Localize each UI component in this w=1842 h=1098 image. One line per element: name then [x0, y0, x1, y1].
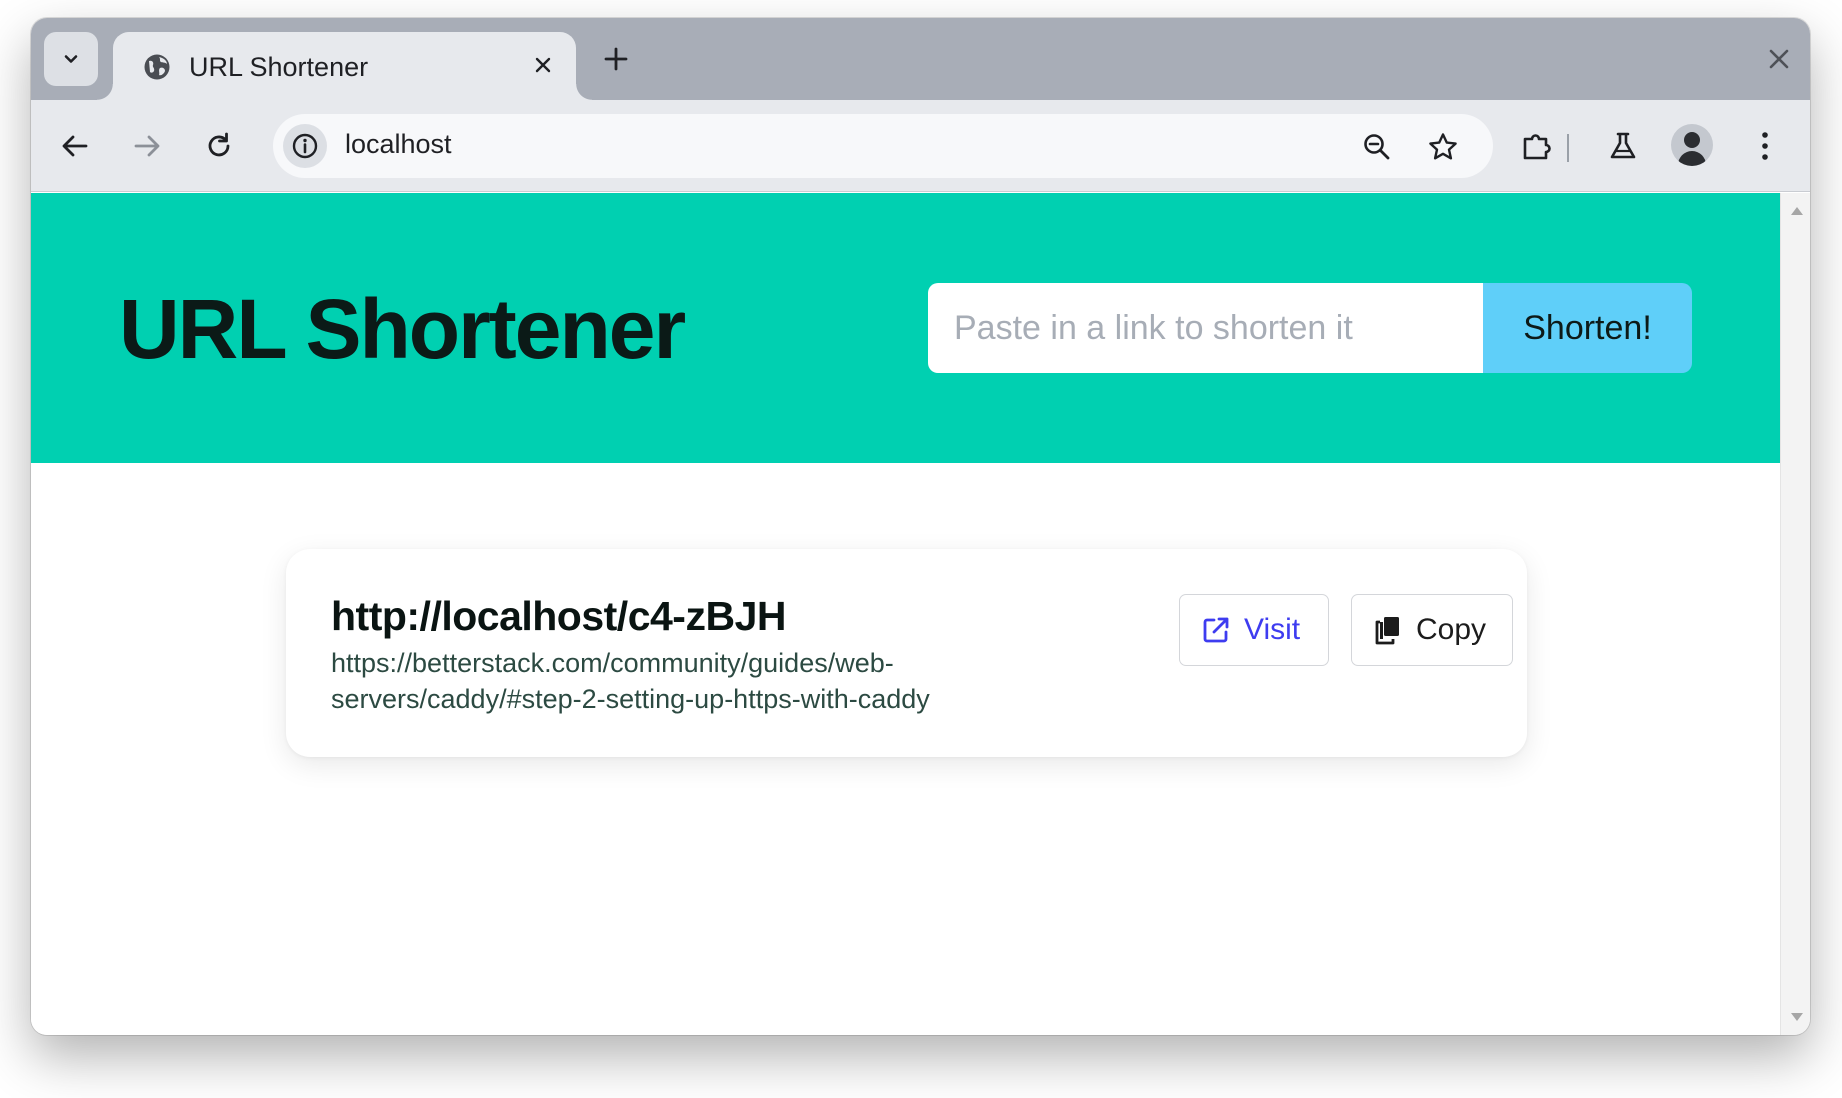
puzzle-icon [1523, 134, 1551, 160]
original-url: https://betterstack.com/community/guides… [331, 648, 930, 714]
copy-label: Copy [1416, 613, 1487, 646]
site-info-button[interactable] [283, 124, 327, 168]
visit-button[interactable]: Visit [1179, 594, 1329, 666]
star-icon [1429, 133, 1457, 160]
zoom-out-icon [1364, 134, 1390, 160]
scroll-up-arrow[interactable] [1791, 207, 1803, 215]
shorten-form: Shorten! [928, 283, 1692, 373]
page-viewport: URL Shortener Shorten! http://localhost/… [31, 193, 1780, 1035]
reload-button[interactable] [197, 124, 241, 168]
bookmark-button[interactable] [1423, 127, 1463, 167]
visit-label: Visit [1244, 613, 1301, 646]
close-icon [1769, 49, 1789, 69]
globe-icon [144, 54, 170, 80]
address-bar[interactable]: localhost [273, 114, 1493, 178]
page-title: URL Shortener [119, 282, 686, 376]
result-card: http://localhost/c4-zBJH https://betters… [286, 549, 1527, 757]
arrow-right-icon [134, 135, 160, 157]
shorten-button[interactable]: Shorten! [1483, 283, 1692, 373]
info-icon [292, 133, 318, 159]
browser-tab[interactable]: URL Shortener [97, 32, 592, 100]
external-link-icon [1200, 614, 1232, 646]
zoom-button[interactable] [1357, 127, 1397, 167]
window-close-button[interactable] [1764, 44, 1794, 74]
browser-menu-button[interactable] [1743, 124, 1787, 168]
tab-close-button[interactable] [528, 50, 558, 80]
kebab-menu-icon [1762, 132, 1768, 160]
labs-button[interactable] [1601, 124, 1645, 168]
plus-icon [604, 47, 628, 71]
scroll-down-arrow[interactable] [1791, 1013, 1803, 1021]
profile-avatar[interactable] [1671, 124, 1713, 166]
browser-toolbar: localhost [31, 100, 1810, 192]
avatar-icon [1684, 132, 1700, 148]
tab-title: URL Shortener [189, 52, 369, 82]
close-icon [535, 57, 551, 73]
tab-search-button[interactable] [44, 32, 98, 86]
toolbar-separator [1567, 134, 1569, 162]
browser-window: URL Shortener localhost URL Shortener Pa… [31, 18, 1810, 1035]
copy-icon [1372, 614, 1404, 646]
address-text[interactable]: localhost [345, 129, 452, 160]
arrow-left-icon [62, 135, 88, 157]
tab-strip: URL Shortener [31, 18, 1810, 100]
url-input[interactable] [928, 283, 1483, 373]
reload-icon [208, 132, 230, 157]
flask-icon [1610, 132, 1636, 159]
vertical-scrollbar[interactable] [1780, 193, 1810, 1035]
chevron-down-icon [64, 55, 78, 63]
new-tab-button[interactable] [599, 42, 633, 76]
copy-button[interactable]: Copy [1351, 594, 1513, 666]
short-url[interactable]: http://localhost/c4-zBJH [331, 593, 786, 640]
extensions-button[interactable] [1515, 124, 1559, 168]
back-button[interactable] [53, 124, 97, 168]
app-header: URL Shortener Shorten! [31, 193, 1780, 463]
forward-button[interactable] [125, 124, 169, 168]
